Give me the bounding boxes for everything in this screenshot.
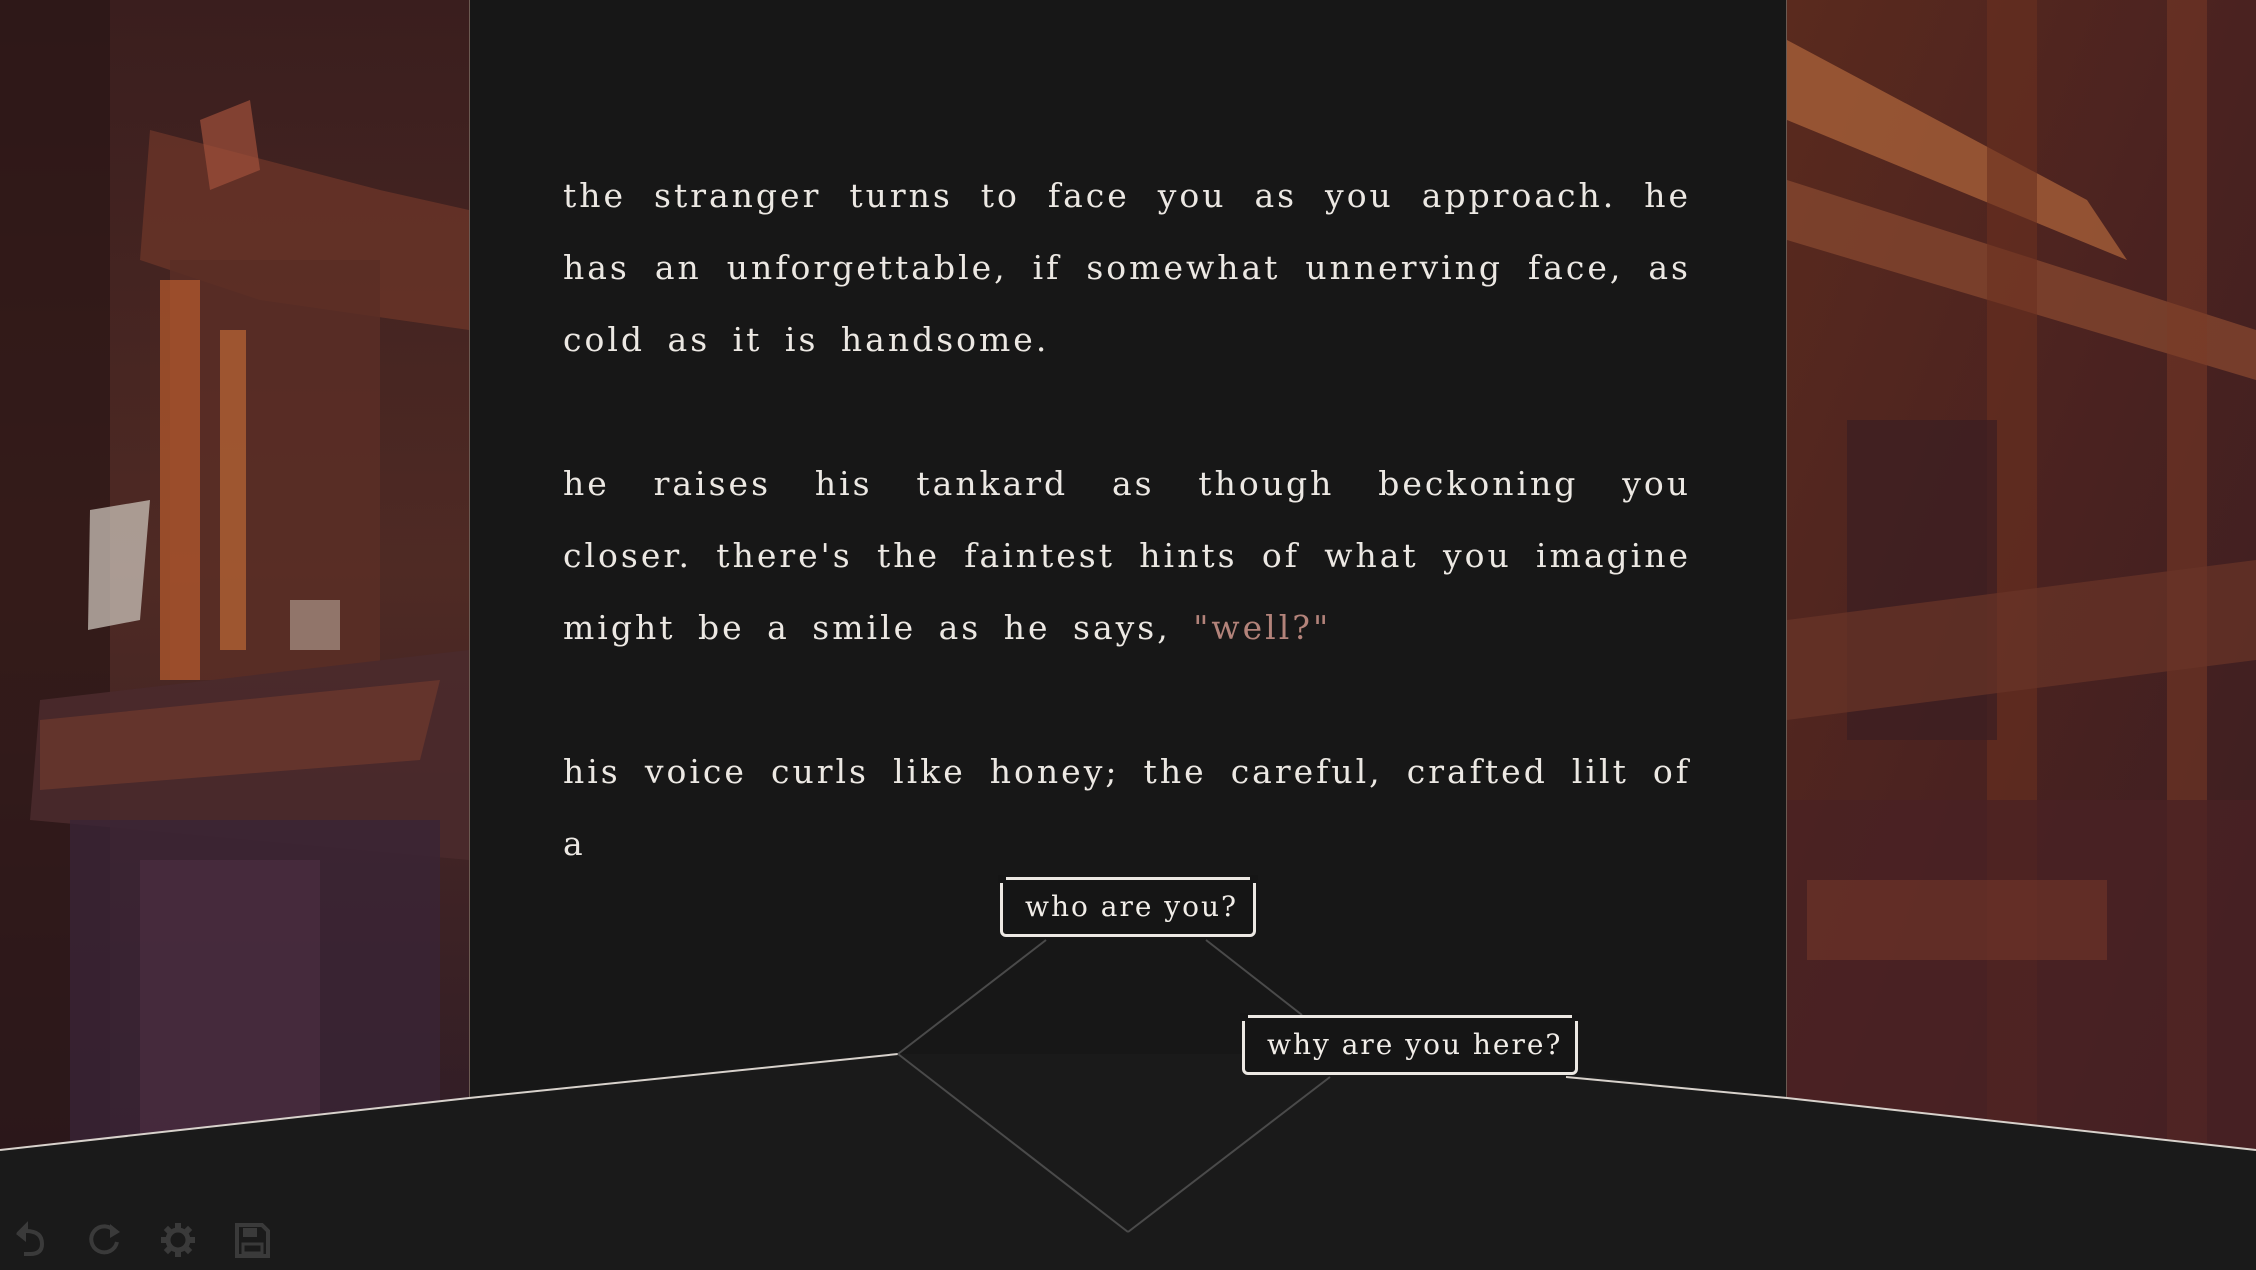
right-painting-panel	[1787, 0, 2256, 1270]
choice-why-are-you-here-button[interactable]: why are you here?	[1240, 1013, 1580, 1075]
left-painting-panel	[0, 0, 469, 1270]
story-paragraph-2-lead: he raises his tankard as though beckonin…	[563, 464, 1691, 647]
story-panel: the stranger turns to face you as you ap…	[469, 0, 1787, 1270]
left-painting-art	[0, 0, 469, 1270]
save-icon[interactable]	[232, 1220, 272, 1260]
story-paragraph-1: the stranger turns to face you as you ap…	[563, 176, 1691, 359]
spoken-quote: "well?"	[1193, 608, 1332, 647]
toolbar	[10, 1218, 272, 1262]
story-paragraph-2: he raises his tankard as though beckonin…	[563, 448, 1691, 664]
redo-icon[interactable]	[84, 1220, 124, 1260]
story-paragraph-3: his voice curls like honey; the careful,…	[563, 752, 1691, 863]
undo-icon[interactable]	[10, 1220, 50, 1260]
right-painting-art	[1787, 0, 2256, 1270]
story-text: the stranger turns to face you as you ap…	[563, 160, 1691, 952]
choice-who-are-you-button[interactable]: who are you?	[998, 875, 1258, 937]
settings-gear-icon[interactable]	[158, 1220, 198, 1260]
